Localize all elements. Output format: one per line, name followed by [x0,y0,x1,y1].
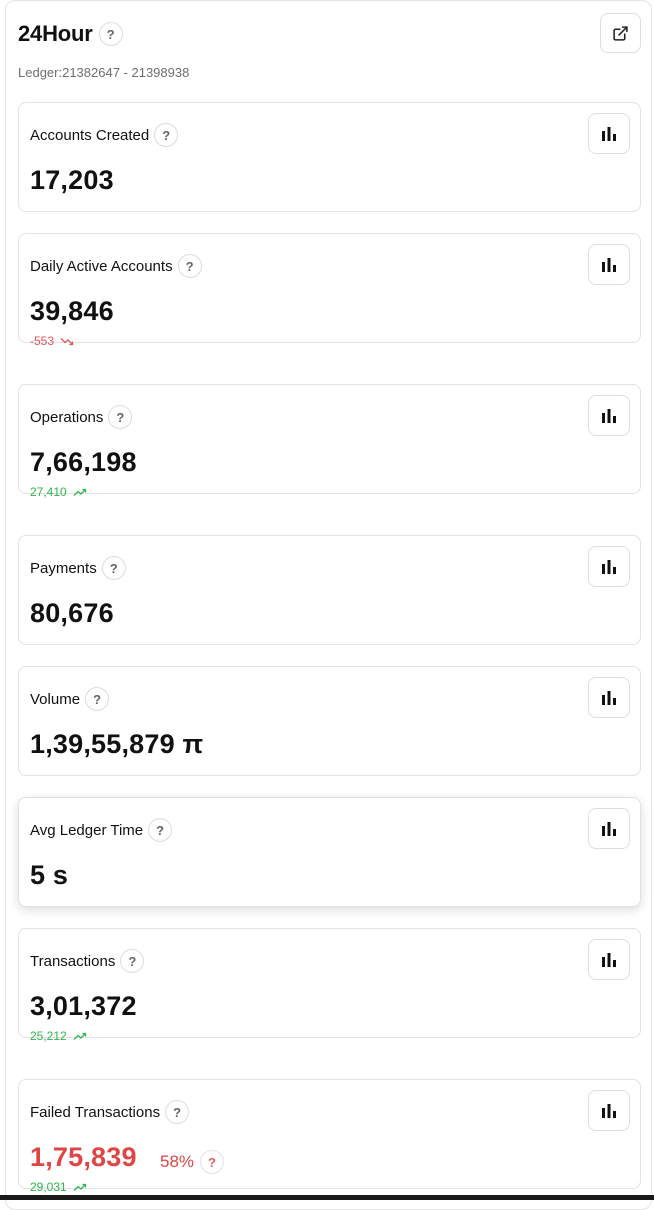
bottom-edge-bar [0,1195,654,1200]
help-icon[interactable]: ? [98,22,123,46]
card-operations: Operations ? 7,66,198 27,410 [18,384,641,499]
trending-up-icon [73,1183,86,1191]
chart-button[interactable] [588,395,630,436]
help-icon[interactable]: ? [108,405,133,429]
page-title: 24Hour [18,21,93,46]
bar-chart-icon [602,127,616,141]
bar-chart-icon [602,560,616,574]
trending-up-icon [73,1032,86,1040]
delta-value: -553 [30,334,55,348]
card-avg-ledger-time: Avg Ledger Time ? 5 s [18,797,641,907]
metric-value: 80,676 [30,598,114,628]
metric-value: 5 s [30,860,69,890]
bar-chart-icon [602,953,616,967]
chart-button[interactable] [588,244,630,285]
metric-value: 17,203 [30,165,114,195]
card-label: Payments [30,559,97,577]
chart-button[interactable] [588,546,630,587]
metric-value: 3,01,372 [30,991,137,1021]
card-label: Avg Ledger Time [30,821,144,839]
metric-value: 39,846 [30,296,114,326]
bar-chart-icon [602,691,616,705]
bar-chart-icon [602,822,616,836]
card-label: Volume [30,690,81,708]
delta-value: 25,212 [30,1029,67,1043]
external-link-icon [613,25,628,41]
card-failed-transactions: Failed Transactions ? 1,75,839 58% ? 29,… [18,1079,641,1194]
panel-header: 24Hour ? [18,21,123,47]
chart-button[interactable] [588,677,630,718]
ledger-range: Ledger:21382647 - 21398938 [18,65,190,80]
chart-button[interactable] [588,113,630,154]
card-label: Daily Active Accounts [30,257,173,275]
chart-button[interactable] [588,1090,630,1131]
card-payments: Payments ? 80,676 [18,535,641,645]
help-icon[interactable]: ? [177,254,202,278]
card-label: Failed Transactions [30,1103,161,1121]
delta-value: 27,410 [30,485,67,499]
metric-value: 1,39,55,879 π [30,729,204,759]
failure-percent: 58% ? [160,1150,225,1174]
card-label: Transactions [30,952,116,970]
bar-chart-icon [602,409,616,423]
help-icon[interactable]: ? [165,1100,190,1124]
chart-button[interactable] [588,939,630,980]
trending-up-icon [73,488,86,496]
help-icon[interactable]: ? [120,949,145,973]
metric-delta: 29,031 [30,1180,87,1194]
metric-delta: -553 [30,334,74,348]
card-label: Operations [30,408,104,426]
metric-value: 1,75,839 [30,1142,137,1172]
card-label: Accounts Created [30,126,150,144]
help-icon[interactable]: ? [101,556,126,580]
help-icon[interactable]: ? [148,818,173,842]
trending-down-icon [60,337,74,345]
help-icon[interactable]: ? [200,1150,225,1174]
bar-chart-icon [602,258,616,272]
stats-panel: 24Hour ? Ledger:21382647 - 21398938 Acco… [5,0,652,1210]
metric-delta: 25,212 [30,1029,87,1043]
card-daily-active-accounts: Daily Active Accounts ? 39,846 -553 [18,233,641,348]
chart-button[interactable] [588,808,630,849]
metric-delta: 27,410 [30,485,87,499]
card-accounts-created: Accounts Created ? 17,203 [18,102,641,212]
card-transactions: Transactions ? 3,01,372 25,212 [18,928,641,1043]
help-icon[interactable]: ? [85,687,110,711]
help-icon[interactable]: ? [154,123,179,147]
open-external-button[interactable] [600,13,641,53]
bar-chart-icon [602,1104,616,1118]
metric-value: 7,66,198 [30,447,137,477]
percent-value: 58% [160,1152,195,1171]
card-volume: Volume ? 1,39,55,879 π [18,666,641,776]
delta-value: 29,031 [30,1180,67,1194]
